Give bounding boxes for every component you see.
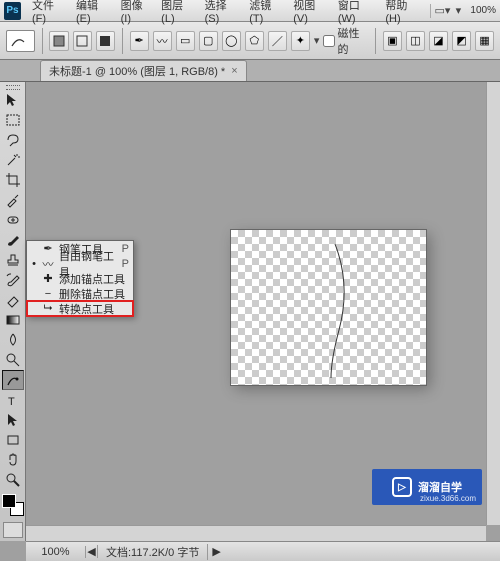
tools-panel: T	[0, 82, 26, 541]
hand-tool[interactable]	[2, 450, 24, 470]
zoom-display: 100%	[470, 5, 496, 16]
shape-dropdown-icon[interactable]: ▾	[314, 34, 320, 47]
fill-pixels-button[interactable]	[96, 31, 115, 51]
type-tool[interactable]: T	[2, 390, 24, 410]
freeform-pen-icon: 〰	[41, 256, 55, 272]
shape-ellipse-icon[interactable]: ◯	[222, 31, 241, 51]
magnetic-checkbox[interactable]: 磁性的	[323, 25, 367, 57]
path-op-intersect-icon[interactable]: ◩	[452, 31, 471, 51]
eraser-tool[interactable]	[2, 290, 24, 310]
status-bar: 100% ◀ 文档:117.2K/0 字节 ▶	[26, 541, 500, 561]
menu-window[interactable]: 窗口(W)	[333, 0, 380, 27]
freeform-mode-icon[interactable]: 〰	[153, 31, 172, 51]
menu-help[interactable]: 帮助(H)	[380, 0, 425, 27]
document-tab[interactable]: 未标题-1 @ 100% (图层 1, RGB/8) * ×	[40, 60, 247, 81]
magnetic-input[interactable]	[323, 35, 335, 47]
foreground-color-swatch[interactable]	[2, 494, 16, 508]
status-doc-info[interactable]: 文档:117.2K/0 字节	[98, 544, 208, 560]
menu-select[interactable]: 选择(S)	[200, 0, 245, 27]
vertical-scrollbar[interactable]	[486, 82, 500, 525]
shape-custom-icon[interactable]: ✦	[291, 31, 310, 51]
document-canvas[interactable]	[231, 230, 426, 385]
zoom-out-icon[interactable]: ▾	[450, 3, 466, 19]
status-zoom[interactable]: 100%	[26, 546, 86, 558]
pen-tool[interactable]	[2, 370, 24, 390]
crop-tool[interactable]	[2, 170, 24, 190]
healing-brush-tool[interactable]	[2, 210, 24, 230]
document-tab-title: 未标题-1 @ 100% (图层 1, RGB/8) *	[49, 63, 225, 79]
add-anchor-tool-item[interactable]: ✚ 添加锚点工具	[27, 271, 133, 286]
watermark-badge: ▷ 溜溜自学 zixue.3d66.com	[372, 469, 482, 505]
status-nav-left-icon[interactable]: ◀	[86, 545, 98, 558]
pen-icon: ✒	[41, 242, 55, 255]
options-bar: ✒ 〰 ▭ ▢ ◯ ⬠ ／ ✦ ▾ 磁性的 ▣ ◫ ◪ ◩ ▦	[0, 22, 500, 60]
stamp-tool[interactable]	[2, 250, 24, 270]
document-tab-bar: 未标题-1 @ 100% (图层 1, RGB/8) * ×	[0, 60, 500, 82]
magnetic-label: 磁性的	[337, 25, 367, 57]
pen-tool-flyout: ✒ 钢笔工具 P • 〰 自由钢笔工具 P ✚ 添加锚点工具 − 删除锚点工具 …	[26, 240, 134, 317]
gradient-tool[interactable]	[2, 310, 24, 330]
add-anchor-icon: ✚	[41, 272, 55, 285]
play-icon: ▷	[392, 477, 412, 497]
horizontal-scrollbar[interactable]	[26, 525, 486, 541]
shape-polygon-icon[interactable]: ⬠	[245, 31, 264, 51]
drawn-path	[231, 230, 426, 385]
path-op-exclude-icon[interactable]: ▦	[475, 31, 494, 51]
watermark-sub: zixue.3d66.com	[420, 494, 476, 503]
flyout-shortcut: P	[122, 243, 129, 255]
menu-view[interactable]: 视图(V)	[288, 0, 333, 27]
menu-file[interactable]: 文件(F)	[27, 0, 71, 27]
watermark-text: 溜溜自学	[418, 479, 462, 495]
shape-tool[interactable]	[2, 430, 24, 450]
dodge-tool[interactable]	[2, 350, 24, 370]
delete-anchor-tool-item[interactable]: − 删除锚点工具	[27, 286, 133, 301]
lasso-tool[interactable]	[2, 130, 24, 150]
flyout-label: 删除锚点工具	[59, 286, 125, 302]
shape-layers-button[interactable]	[49, 31, 68, 51]
zoom-tool[interactable]	[2, 470, 24, 490]
color-swatches[interactable]	[2, 494, 24, 516]
path-op-add-icon[interactable]: ◫	[406, 31, 425, 51]
path-select-tool[interactable]	[2, 410, 24, 430]
quick-mask-button[interactable]	[3, 522, 23, 538]
flyout-label: 转换点工具	[59, 301, 125, 317]
menu-layer[interactable]: 图层(L)	[156, 0, 199, 27]
current-tool-preset[interactable]	[6, 30, 35, 52]
flyout-label: 添加锚点工具	[59, 271, 125, 287]
opt-sep	[122, 28, 123, 54]
convert-point-tool-item[interactable]: ⮡ 转换点工具	[27, 301, 133, 316]
pen-mode-icon[interactable]: ✒	[130, 31, 149, 51]
opt-sep	[375, 28, 376, 54]
app-logo: Ps	[4, 2, 21, 20]
path-op-new-icon[interactable]: ▣	[383, 31, 402, 51]
workspace-switcher-icon[interactable]: ▭▾	[434, 3, 450, 19]
eyedropper-tool[interactable]	[2, 190, 24, 210]
svg-text:T: T	[8, 396, 15, 408]
brush-tool[interactable]	[2, 230, 24, 250]
menu-filter[interactable]: 滤镜(T)	[244, 0, 288, 27]
shape-line-icon[interactable]: ／	[268, 31, 287, 51]
rect-marquee-tool[interactable]	[2, 110, 24, 130]
freeform-pen-icon	[10, 34, 30, 48]
path-op-subtract-icon[interactable]: ◪	[429, 31, 448, 51]
delete-anchor-icon: −	[41, 288, 55, 300]
flyout-shortcut: P	[122, 258, 129, 270]
menubar: Ps 文件(F) 编辑(E) 图像(I) 图层(L) 选择(S) 滤镜(T) 视…	[0, 0, 500, 22]
menubar-separator	[430, 4, 431, 18]
close-icon[interactable]: ×	[231, 65, 237, 77]
opt-sep	[42, 28, 43, 54]
status-menu-triangle-icon[interactable]: ▶	[208, 545, 224, 558]
freeform-pen-tool-item[interactable]: • 〰 自由钢笔工具 P	[27, 256, 133, 271]
bullet: •	[31, 258, 37, 270]
blur-tool[interactable]	[2, 330, 24, 350]
shape-roundrect-icon[interactable]: ▢	[199, 31, 218, 51]
move-tool[interactable]	[2, 90, 24, 110]
menu-image[interactable]: 图像(I)	[116, 0, 157, 27]
convert-point-icon: ⮡	[41, 302, 55, 315]
shape-rect-icon[interactable]: ▭	[176, 31, 195, 51]
paths-button[interactable]	[73, 31, 92, 51]
magic-wand-tool[interactable]	[2, 150, 24, 170]
menu-edit[interactable]: 编辑(E)	[71, 0, 116, 27]
history-brush-tool[interactable]	[2, 270, 24, 290]
